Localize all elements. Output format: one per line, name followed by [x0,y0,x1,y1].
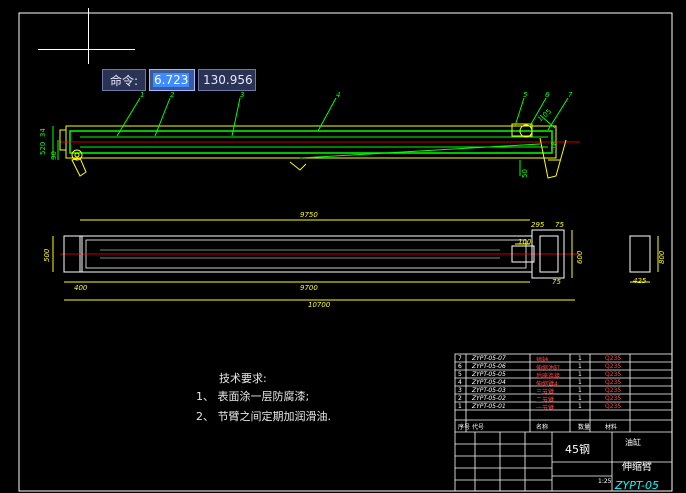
title-scale: 1:25 [598,478,612,485]
crosshair-vertical [88,8,89,64]
command-prompt-label: 命令: [102,69,146,91]
dim-top-right-b: 75 [555,221,564,229]
section-view [629,235,659,283]
dim-side-right-lower: 50 [521,169,529,178]
bom-cell-code: ZYPT-05-07 [472,355,506,362]
dim-side-left-small: 34 [39,128,47,137]
title-part-name: 伸缩臂 [622,462,652,473]
bom-cell-mat: Q235 [605,395,622,402]
title-company: 油缸 [625,438,641,447]
bom-cell-code: ZYPT-05-03 [472,387,506,394]
bom-header-code: 代号 [472,424,485,431]
bom-header-mat: 材料 [605,424,618,431]
bom-cell-no: 2 [458,395,462,402]
dim-top-right-height: 600 [576,250,584,264]
command-y-input[interactable]: 130.956 [198,69,256,91]
tech-req-item-2: 2、 节臂之间定期加润滑油. [196,410,331,423]
dim-top-left-small: 400 [74,284,88,292]
bom-cell-mat: Q235 [605,371,622,378]
bom-cell-qty: 1 [578,387,582,394]
bom-cell-no: 4 [458,379,462,386]
bom-header-name: 名称 [536,424,549,431]
callout-3: 3 [240,91,244,99]
dim-top-overall: 9750 [300,211,318,219]
bom-cell-qty: 1 [578,395,582,402]
callout-2: 2 [170,91,175,99]
bom-cell-no: 6 [458,363,462,370]
bom-cell-name: 一节臂 [536,405,555,412]
bom-header-qty: 数量 [578,424,591,431]
bom-cell-qty: 1 [578,363,582,370]
bom-cell-mat: Q235 [605,355,622,362]
dim-section-width: 425 [633,277,647,285]
bom-cell-qty: 1 [578,403,582,410]
callout-1: 1 [140,91,144,99]
crosshair-horizontal [38,49,135,50]
dim-top-mid: 9700 [300,284,318,292]
callout-4: 4 [336,91,340,99]
bom-cell-mat: Q235 [605,403,622,410]
side-view [52,97,580,179]
title-material: 45钢 [565,443,590,456]
bom-cell-code: ZYPT-05-02 [472,395,506,402]
bom-cell-no: 3 [458,387,462,394]
command-x-value[interactable]: 6.723 [153,73,190,87]
title-drawing-no: ZYPT-05 [615,479,660,492]
bom-cell-code: ZYPT-05-05 [472,371,506,378]
dim-top-bottom: 10700 [308,301,331,309]
bom-cell-code: ZYPT-05-06 [472,363,506,370]
bom-cell-no: 1 [458,403,462,410]
bom-cell-mat: Q235 [605,379,622,386]
bom-cell-mat: Q235 [605,363,622,370]
tech-req-item-1: 1、 表面涂一层防腐漆; [196,390,310,403]
dim-side-height-2: 30 [50,151,58,160]
dim-side-right-far: 18 [550,141,558,150]
bom-header-no: 序号 [458,424,471,431]
tech-req-title: 技术要求: [219,372,267,385]
bom-cell-qty: 1 [578,355,582,362]
dim-top-right-a: 295 [531,221,545,229]
command-x-input[interactable]: 6.723 [149,69,195,91]
bom-cell-no: 7 [458,355,462,362]
dim-top-right-bottom: 75 [552,278,561,286]
dim-top-right-c: 100 [518,238,532,246]
callout-6: 6 [545,91,550,99]
dim-section-height: 800 [658,250,666,264]
bom-cell-mat: Q235 [605,387,622,394]
bom-cell-qty: 1 [578,379,582,386]
callout-7: 7 [568,91,573,99]
bom-cell-no: 5 [458,371,462,378]
dim-side-height: 520 [39,142,47,155]
dim-top-width: 500 [43,248,51,262]
bom-cell-code: ZYPT-05-04 [472,379,506,386]
bom-cell-code: ZYPT-05-01 [472,403,506,410]
bom-cell-qty: 1 [578,371,582,378]
callout-5: 5 [523,91,528,99]
